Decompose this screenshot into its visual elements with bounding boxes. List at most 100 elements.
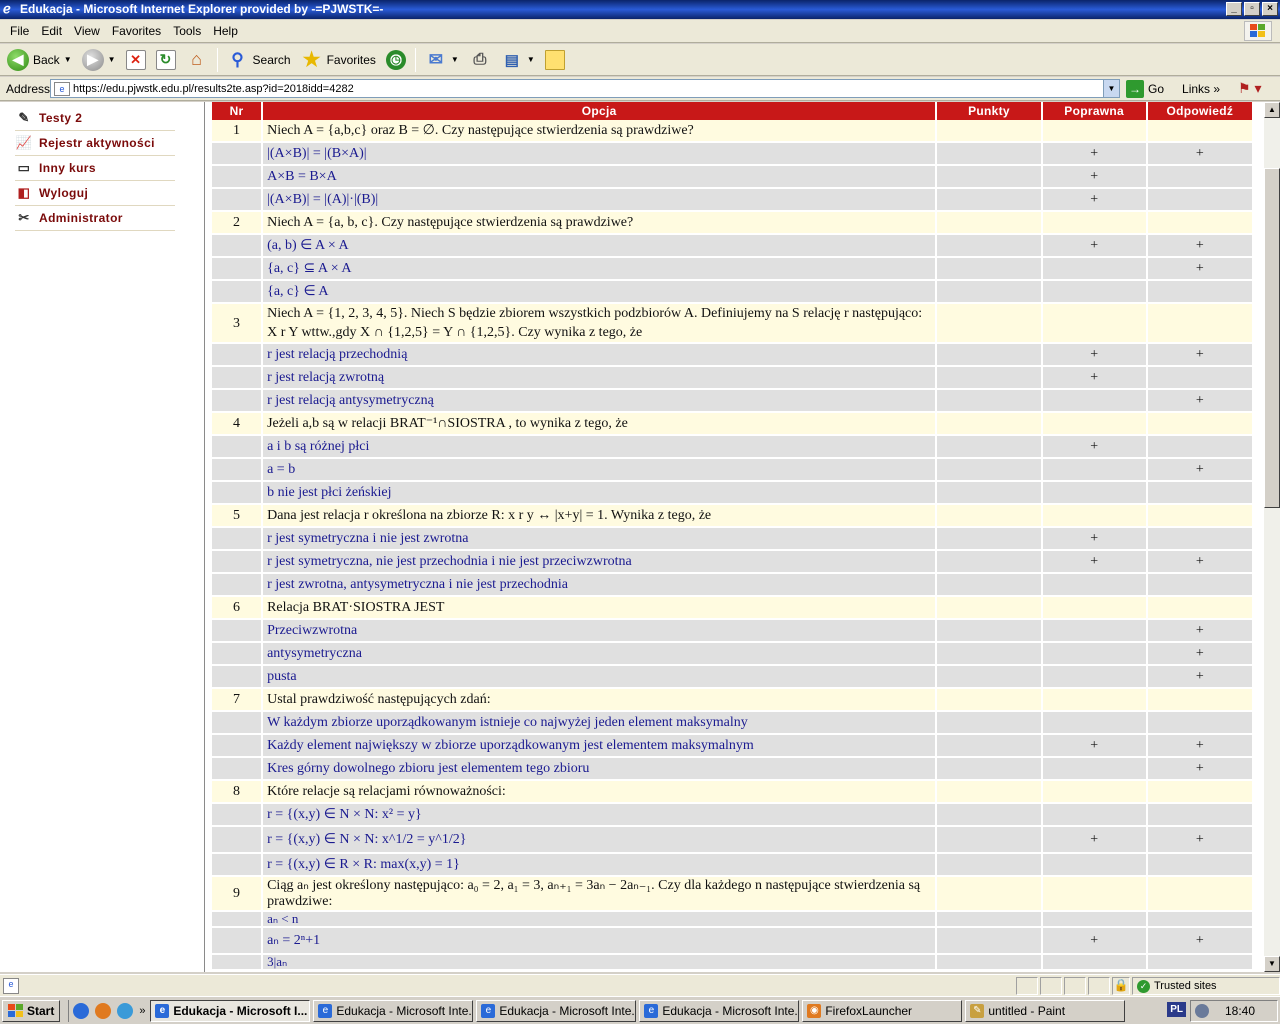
nav-item-rejestr[interactable]: 📈 Rejestr aktywności — [15, 131, 175, 156]
cell-nr — [212, 459, 264, 482]
menu-file[interactable]: File — [4, 24, 35, 38]
cell-nr — [212, 643, 264, 666]
cell-opcja: Relacja BRAT·SIOSTRA JEST — [263, 597, 938, 620]
menu-view[interactable]: View — [68, 24, 106, 38]
tray-icon[interactable] — [1195, 1004, 1209, 1018]
ie-logo-icon: ℯ — [3, 1, 11, 16]
mail-button[interactable]: ✉ ▼ — [422, 47, 462, 73]
ie-alt-quicklaunch-icon[interactable] — [117, 1002, 134, 1019]
cell-nr — [212, 551, 264, 574]
nav-item-inny-kurs[interactable]: ▭ Inny kurs — [15, 156, 175, 181]
favorites-button[interactable]: ★ Favorites — [298, 47, 379, 73]
links-button[interactable]: Links » — [1182, 82, 1220, 96]
cell-nr — [212, 712, 264, 735]
quicklaunch-more-icon[interactable]: » — [139, 1003, 147, 1019]
search-icon: ⚲ — [231, 49, 244, 69]
vertical-scrollbar[interactable]: ▲ ▼ — [1264, 102, 1280, 972]
toolbar-separator — [414, 47, 416, 72]
edit-dropdown-icon[interactable]: ▼ — [527, 55, 535, 64]
toolbar-separator — [216, 47, 218, 72]
close-button[interactable]: × — [1262, 2, 1278, 16]
search-button[interactable]: ⚲ Search — [224, 47, 294, 73]
start-button[interactable]: Start — [2, 999, 61, 1022]
cell-nr — [212, 666, 264, 689]
task-paint[interactable]: ✎ untitled - Paint — [965, 999, 1126, 1022]
answer-row: A×B = B×A + — [212, 166, 1254, 189]
left-navigation: ✎ Testy 2 📈 Rejestr aktywności ▭ Inny ku… — [0, 102, 205, 972]
question-row: 2 Niech A = {a, b, c}. Czy następujące st… — [212, 212, 1254, 235]
question-row: 6 Relacja BRAT·SIOSTRA JEST — [212, 597, 1254, 620]
restore-button[interactable]: ▫ — [1244, 2, 1260, 16]
task-firefoxlauncher[interactable]: ◉ FirefoxLauncher — [802, 999, 963, 1022]
cell-odpowiedz — [1147, 912, 1254, 928]
cell-odpowiedz — [1147, 436, 1254, 459]
language-indicator[interactable]: PL — [1167, 1002, 1186, 1017]
task-edukacja-4[interactable]: e Edukacja - Microsoft Inte... — [639, 999, 800, 1022]
nav-item-label: Rejestr aktywności — [39, 136, 155, 150]
extension-icon[interactable]: ⚑ ▾ — [1238, 80, 1261, 97]
history-button[interactable]: ◷ — [383, 47, 409, 73]
nav-item-wyloguj[interactable]: ◧ Wyloguj — [15, 181, 175, 206]
menu-tools[interactable]: Tools — [167, 24, 207, 38]
forward-dropdown-icon[interactable]: ▼ — [108, 55, 116, 64]
cell-poprawna: + — [1042, 551, 1148, 574]
home-button[interactable]: ⌂ — [183, 47, 211, 73]
menu-edit[interactable]: Edit — [35, 24, 68, 38]
cell-odpowiedz: + — [1147, 143, 1254, 166]
answer-row: a i b są różnej płci + — [212, 436, 1254, 459]
page-icon: e — [54, 81, 70, 96]
cell-odpowiedz — [1147, 712, 1254, 735]
edit-button[interactable]: ▤ ▼ — [498, 47, 538, 73]
nav-item-testy[interactable]: ✎ Testy 2 — [15, 106, 175, 131]
cell-punkty — [937, 344, 1043, 367]
cell-odpowiedz — [1147, 689, 1254, 712]
cell-odpowiedz: + — [1147, 758, 1254, 781]
answer-row: |(A×B)| = |(B×A)| + + — [212, 143, 1254, 166]
go-button[interactable]: → Go — [1126, 79, 1164, 98]
answer-row: Każdy element największy w zbiorze uporz… — [212, 735, 1254, 758]
page-status-icon: e — [3, 977, 19, 994]
stop-button[interactable]: ✕ — [123, 47, 149, 73]
ie-task-icon: e — [644, 1003, 659, 1018]
cell-opcja: 3|aₙ — [263, 955, 938, 971]
cell-poprawna — [1042, 781, 1148, 804]
back-dropdown-icon[interactable]: ▼ — [64, 55, 72, 64]
address-dropdown-icon[interactable]: ▼ — [1103, 80, 1119, 97]
task-edukacja-1[interactable]: e Edukacja - Microsoft I... — [150, 999, 311, 1022]
ie-quicklaunch-icon[interactable] — [73, 1002, 90, 1019]
firefox-quicklaunch-icon[interactable] — [95, 1002, 112, 1019]
address-url[interactable]: https://edu.pjwstk.edu.pl/results2te.asp… — [73, 83, 354, 95]
menu-favorites[interactable]: Favorites — [106, 24, 167, 38]
refresh-button[interactable]: ↻ — [153, 47, 179, 73]
star-icon: ★ — [302, 49, 321, 71]
cell-punkty — [937, 551, 1043, 574]
nav-item-administrator[interactable]: ✂ Administrator — [15, 206, 175, 231]
print-button[interactable]: ⎙ — [466, 47, 494, 73]
cell-nr — [212, 367, 264, 390]
menu-help[interactable]: Help — [207, 24, 244, 38]
address-input[interactable]: e https://edu.pjwstk.edu.pl/results2te.a… — [50, 79, 1120, 98]
cell-opcja: r = {(x,y) ∈ N × N: x² = y} — [263, 804, 938, 827]
minimize-button[interactable]: _ — [1226, 2, 1242, 16]
task-edukacja-3[interactable]: e Edukacja - Microsoft Inte... — [476, 999, 637, 1022]
scroll-up-button[interactable]: ▲ — [1264, 102, 1280, 118]
back-button[interactable]: ◀ Back ▼ — [4, 47, 75, 73]
cell-odpowiedz — [1147, 281, 1254, 304]
cell-nr: 1 — [212, 120, 264, 143]
notes-button[interactable] — [542, 47, 568, 73]
cell-poprawna — [1042, 482, 1148, 505]
cell-poprawna — [1042, 304, 1148, 344]
answer-row: Kres górny dowolnego zbioru jest element… — [212, 758, 1254, 781]
nav-item-label: Administrator — [39, 211, 123, 225]
cell-punkty — [937, 505, 1043, 528]
scroll-thumb[interactable] — [1264, 168, 1280, 508]
security-zone[interactable]: ✓ Trusted sites — [1132, 977, 1280, 995]
cell-nr — [212, 143, 264, 166]
nav-item-label: Wyloguj — [39, 186, 89, 200]
forward-button[interactable]: ▶ ▼ — [79, 47, 119, 73]
task-edukacja-2[interactable]: e Edukacja - Microsoft Inte... — [313, 999, 474, 1022]
cell-poprawna — [1042, 804, 1148, 827]
mail-dropdown-icon[interactable]: ▼ — [451, 55, 459, 64]
scroll-down-button[interactable]: ▼ — [1264, 956, 1280, 972]
forward-arrow-icon: ▶ — [81, 48, 104, 71]
